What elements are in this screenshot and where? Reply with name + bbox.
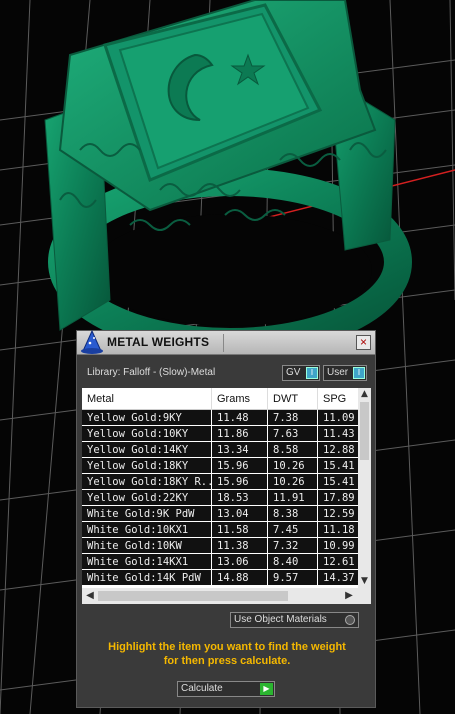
- dialog-titlebar[interactable]: METAL WEIGHTS ×: [77, 329, 375, 355]
- table-row[interactable]: White Gold:14K PdW 14.88 9.57 14.37: [82, 570, 358, 586]
- use-object-materials-option[interactable]: Use Object Materials: [230, 612, 359, 628]
- title-separator: [223, 334, 224, 352]
- calculate-button[interactable]: Calculate ▶: [177, 681, 275, 697]
- library-label: Library: Falloff - (Slow)-Metal: [87, 367, 216, 378]
- cell-dwt: 7.63: [268, 426, 318, 442]
- table-header: Metal Grams DWT SPG: [82, 388, 358, 410]
- dialog-title: METAL WEIGHTS: [107, 335, 210, 349]
- cell-metal: White Gold:14KX1: [82, 554, 212, 570]
- calculate-label: Calculate: [181, 683, 223, 694]
- table-row[interactable]: Yellow Gold:9KY 11.48 7.38 11.09: [82, 410, 358, 426]
- cell-spg: 12.88: [323, 444, 355, 456]
- column-header-spg[interactable]: SPG: [318, 388, 358, 410]
- instruction-line-1: Highlight the item you want to find the …: [108, 641, 346, 653]
- cell-spg: 11.18: [323, 524, 355, 536]
- table-row[interactable]: White Gold:10KX1 11.58 7.45 11.18: [82, 522, 358, 538]
- instruction-line-2: for then press calculate.: [163, 655, 291, 667]
- cell-grams: 13.06: [212, 554, 268, 570]
- column-header-grams[interactable]: Grams: [212, 388, 268, 410]
- use-object-materials-label: Use Object Materials: [234, 614, 327, 625]
- cell-grams: 18.53: [212, 490, 268, 506]
- cell-metal: Yellow Gold:9KY: [82, 410, 212, 426]
- scroll-left-icon[interactable]: ◀: [84, 590, 96, 602]
- cell-grams: 14.88: [212, 570, 268, 586]
- cell-spg: 14.37: [323, 572, 355, 584]
- table-row[interactable]: Yellow Gold:18KY R... 15.96 10.26 15.41: [82, 474, 358, 490]
- cell-grams: 15.96: [212, 474, 268, 490]
- cell-spg: 17.89: [323, 492, 355, 504]
- table-row[interactable]: Yellow Gold:22KY 18.53 11.91 17.89: [82, 490, 358, 506]
- play-icon: ▶: [260, 683, 273, 695]
- table-row[interactable]: Yellow Gold:14KY 13.34 8.58 12.88: [82, 442, 358, 458]
- cell-metal: Yellow Gold:22KY: [82, 490, 212, 506]
- column-header-metal[interactable]: Metal: [82, 388, 212, 410]
- table-row[interactable]: Yellow Gold:10KY 11.86 7.63 11.43: [82, 426, 358, 442]
- cell-dwt: 11.91: [268, 490, 318, 506]
- cell-dwt: 8.40: [268, 554, 318, 570]
- cell-spg: 15.41: [323, 476, 355, 488]
- cell-metal: White Gold:10KW: [82, 538, 212, 554]
- cell-metal: White Gold:14K PdW: [82, 570, 212, 586]
- toggle-knob-icon: I: [306, 367, 318, 379]
- cell-grams: 11.48: [212, 410, 268, 426]
- scroll-up-icon[interactable]: ▲: [359, 389, 370, 400]
- table-row[interactable]: White Gold:14KX1 13.06 8.40 12.61: [82, 554, 358, 570]
- toggle-knob-icon: I: [353, 367, 365, 379]
- horizontal-scrollbar[interactable]: ◀ ▶: [82, 588, 371, 604]
- column-header-dwt[interactable]: DWT: [268, 388, 318, 410]
- cell-spg: 11.09: [323, 412, 355, 424]
- cell-spg: 12.61: [323, 556, 355, 568]
- cell-dwt: 7.32: [268, 538, 318, 554]
- table-row[interactable]: Yellow Gold:18KY 15.96 10.26 15.41: [82, 458, 358, 474]
- cell-spg: 11.43: [323, 428, 355, 440]
- metal-weights-dialog: METAL WEIGHTS × Library: Falloff - (Slow…: [76, 329, 376, 708]
- gv-toggle[interactable]: GV I: [282, 365, 320, 381]
- cell-dwt: 10.26: [268, 458, 318, 474]
- cell-metal: Yellow Gold:10KY: [82, 426, 212, 442]
- cell-grams: 11.86: [212, 426, 268, 442]
- cell-spg: 12.59: [323, 508, 355, 520]
- cell-grams: 13.34: [212, 442, 268, 458]
- scroll-down-icon[interactable]: ▼: [359, 576, 370, 587]
- wizard-hat-icon: [81, 329, 103, 354]
- instruction-text: Highlight the item you want to find the …: [87, 640, 367, 668]
- close-button[interactable]: ×: [356, 335, 371, 350]
- cell-spg: 15.41: [323, 460, 355, 472]
- cell-dwt: 8.58: [268, 442, 318, 458]
- cell-dwt: 7.45: [268, 522, 318, 538]
- vertical-scrollbar[interactable]: ▲ ▼: [358, 388, 371, 588]
- table-row[interactable]: White Gold:10KW 11.38 7.32 10.99: [82, 538, 358, 554]
- cell-dwt: 7.38: [268, 410, 318, 426]
- cell-grams: 15.96: [212, 458, 268, 474]
- gv-label: GV: [286, 367, 301, 378]
- cell-grams: 11.38: [212, 538, 268, 554]
- cell-grams: 11.58: [212, 522, 268, 538]
- cell-dwt: 8.38: [268, 506, 318, 522]
- cell-metal: Yellow Gold:18KY: [82, 458, 212, 474]
- scroll-right-icon[interactable]: ▶: [343, 590, 355, 602]
- metal-table[interactable]: Metal Grams DWT SPG Yellow Gold:9KY 11.48…: [82, 388, 371, 604]
- cell-metal: White Gold:9K PdW: [82, 506, 212, 522]
- cell-metal: White Gold:10KX1: [82, 522, 212, 538]
- vertical-scroll-thumb[interactable]: [360, 402, 369, 460]
- cell-spg: 10.99: [323, 540, 355, 552]
- table-row[interactable]: White Gold:9K PdW 13.04 8.38 12.59: [82, 506, 358, 522]
- cell-dwt: 10.26: [268, 474, 318, 490]
- table-body: Yellow Gold:9KY 11.48 7.38 11.09 Yellow Gol…: [82, 410, 358, 586]
- horizontal-scroll-thumb[interactable]: [98, 591, 288, 601]
- user-label: User: [327, 367, 349, 378]
- cell-dwt: 9.57: [268, 570, 318, 586]
- cell-grams: 13.04: [212, 506, 268, 522]
- radio-button-icon[interactable]: [345, 615, 355, 625]
- cell-metal: Yellow Gold:14KY: [82, 442, 212, 458]
- cell-metal: Yellow Gold:18KY R...: [82, 474, 212, 490]
- user-toggle[interactable]: User I: [323, 365, 367, 381]
